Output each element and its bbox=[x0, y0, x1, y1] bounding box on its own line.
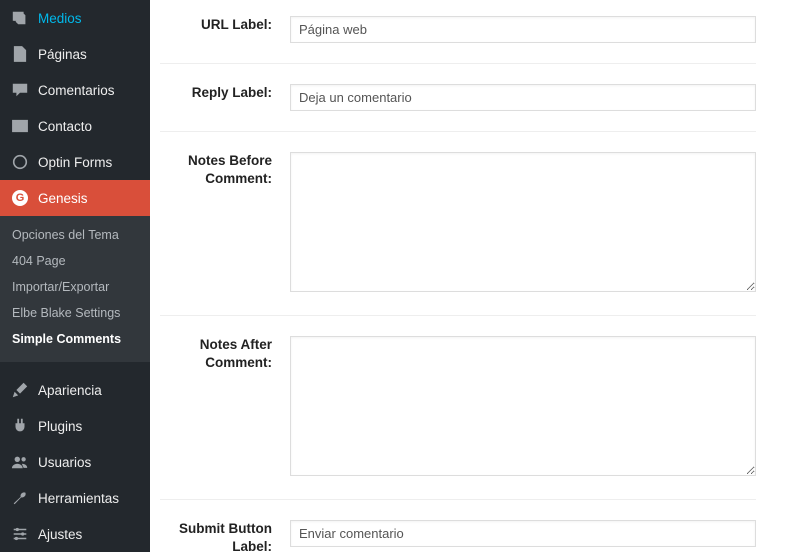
users-icon bbox=[10, 452, 30, 472]
sidebar-item-genesis[interactable]: G Genesis bbox=[0, 180, 150, 216]
sidebar-item-label: Herramientas bbox=[38, 491, 119, 506]
sidebar-item-label: Optin Forms bbox=[38, 155, 112, 170]
submenu-simple-comments[interactable]: Simple Comments bbox=[0, 326, 150, 352]
sidebar-item-appearance[interactable]: Apariencia bbox=[0, 372, 150, 408]
plug-icon bbox=[10, 416, 30, 436]
notes-before-textarea[interactable] bbox=[290, 152, 756, 292]
submenu-import-export[interactable]: Importar/Exportar bbox=[0, 274, 150, 300]
sidebar-item-comments[interactable]: Comentarios bbox=[0, 72, 150, 108]
admin-sidebar: Medios Páginas Comentarios Contacto Opti bbox=[0, 0, 150, 552]
row-notes-after: Notes After Comment: bbox=[160, 315, 756, 499]
notes-after-textarea[interactable] bbox=[290, 336, 756, 476]
field-label: Reply Label: bbox=[160, 84, 290, 111]
reply-label-input[interactable] bbox=[290, 84, 756, 111]
pages-icon bbox=[10, 44, 30, 64]
sidebar-item-tools[interactable]: Herramientas bbox=[0, 480, 150, 516]
brush-icon bbox=[10, 380, 30, 400]
submit-button-label-input[interactable] bbox=[290, 520, 756, 547]
settings-form: URL Label: Reply Label: Notes Before Com… bbox=[150, 0, 786, 552]
sliders-icon bbox=[10, 524, 30, 544]
submenu-elbe-blake[interactable]: Elbe Blake Settings bbox=[0, 300, 150, 326]
row-notes-before: Notes Before Comment: bbox=[160, 131, 756, 315]
envelope-icon bbox=[10, 116, 30, 136]
sidebar-item-label: Usuarios bbox=[38, 455, 91, 470]
sidebar-item-pages[interactable]: Páginas bbox=[0, 36, 150, 72]
row-submit-button-label: Submit Button Label: bbox=[160, 499, 756, 552]
sidebar-item-plugins[interactable]: Plugins bbox=[0, 408, 150, 444]
sidebar-item-label: Páginas bbox=[38, 47, 87, 62]
row-reply-label: Reply Label: bbox=[160, 63, 756, 131]
url-label-input[interactable] bbox=[290, 16, 756, 43]
circle-icon bbox=[10, 152, 30, 172]
row-url-label: URL Label: bbox=[160, 0, 756, 63]
sidebar-item-label: Ajustes bbox=[38, 527, 82, 542]
wrench-icon bbox=[10, 488, 30, 508]
sidebar-item-label: Comentarios bbox=[38, 83, 115, 98]
genesis-submenu: Opciones del Tema 404 Page Importar/Expo… bbox=[0, 216, 150, 362]
field-label: Submit Button Label: bbox=[160, 520, 290, 552]
sidebar-item-contact[interactable]: Contacto bbox=[0, 108, 150, 144]
sidebar-item-media[interactable]: Medios bbox=[0, 0, 150, 36]
sidebar-item-label: Genesis bbox=[38, 191, 88, 206]
sidebar-item-label: Apariencia bbox=[38, 383, 102, 398]
submenu-theme-options[interactable]: Opciones del Tema bbox=[0, 222, 150, 248]
sidebar-item-users[interactable]: Usuarios bbox=[0, 444, 150, 480]
sidebar-item-settings[interactable]: Ajustes bbox=[0, 516, 150, 552]
field-label: Notes After Comment: bbox=[160, 336, 290, 479]
media-icon bbox=[10, 8, 30, 28]
sidebar-item-optinforms[interactable]: Optin Forms bbox=[0, 144, 150, 180]
field-label: URL Label: bbox=[160, 16, 290, 43]
sidebar-item-label: Contacto bbox=[38, 119, 92, 134]
comment-icon bbox=[10, 80, 30, 100]
field-label: Notes Before Comment: bbox=[160, 152, 290, 295]
sidebar-item-label: Plugins bbox=[38, 419, 82, 434]
sidebar-item-label: Medios bbox=[38, 11, 82, 26]
submenu-404-page[interactable]: 404 Page bbox=[0, 248, 150, 274]
genesis-icon: G bbox=[10, 188, 30, 208]
